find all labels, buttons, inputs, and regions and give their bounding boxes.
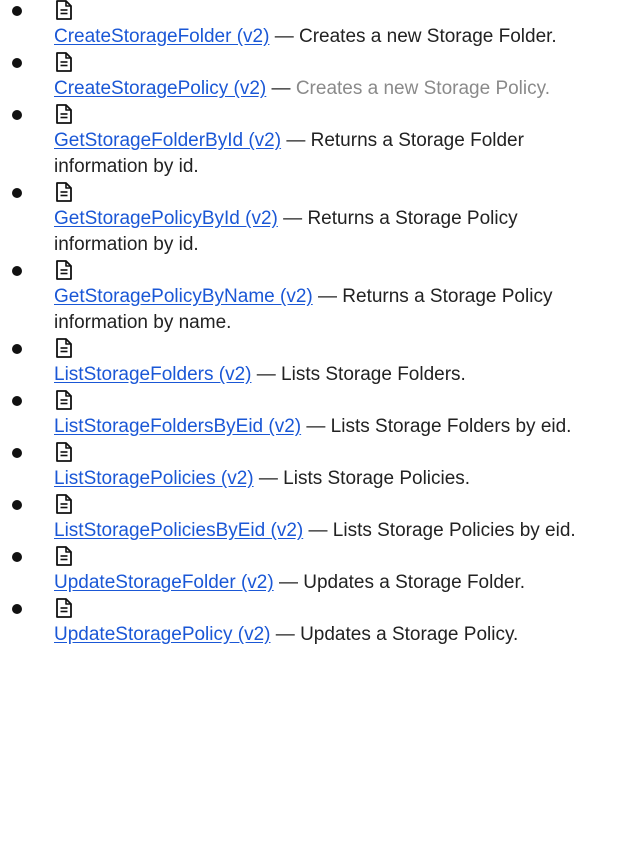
separator: — — [253, 468, 284, 489]
document-icon — [56, 598, 72, 618]
bullet-point — [12, 58, 22, 68]
api-link-get-storage-policy-by-id[interactable]: GetStoragePolicyById (v2) — [54, 208, 278, 229]
bullet-point — [12, 448, 22, 458]
bullet-point — [12, 344, 22, 354]
document-icon — [56, 52, 72, 72]
separator: — — [251, 364, 282, 385]
api-description: Lists Storage Folders. — [281, 364, 466, 385]
bullet-point — [12, 500, 22, 510]
document-icon — [56, 104, 72, 124]
list-item: UpdateStorageFolder (v2) — Updates a Sto… — [0, 544, 631, 596]
separator: — — [277, 208, 308, 229]
bullet-point — [12, 552, 22, 562]
document-icon — [56, 338, 72, 358]
separator: — — [312, 286, 343, 307]
document-icon — [56, 182, 72, 202]
list-item: ListStoragePoliciesByEid (v2) — Lists St… — [0, 492, 631, 544]
bullet-point — [12, 110, 22, 120]
api-link-update-storage-folder[interactable]: UpdateStorageFolder (v2) — [54, 572, 274, 593]
api-link-get-storage-folder-by-id[interactable]: GetStorageFolderById (v2) — [54, 130, 281, 151]
api-description: Updates a Storage Policy. — [300, 624, 519, 645]
document-icon — [56, 494, 72, 514]
api-link-list-storage-folders[interactable]: ListStorageFolders (v2) — [54, 364, 251, 385]
list-item: GetStoragePolicyByName (v2) — Returns a … — [0, 258, 631, 336]
api-description: Lists Storage Policies. — [283, 468, 471, 489]
list-item: CreateStoragePolicy (v2) — Creates a new… — [0, 50, 631, 102]
separator: — — [270, 624, 301, 645]
document-icon — [56, 442, 72, 462]
bullet-point — [12, 266, 22, 276]
bullet-point — [12, 604, 22, 614]
list-item: ListStorageFoldersByEid (v2) — Lists Sto… — [0, 388, 631, 440]
list-item: GetStorageFolderById (v2) — Returns a St… — [0, 102, 631, 180]
api-link-create-storage-policy[interactable]: CreateStoragePolicy (v2) — [54, 78, 266, 99]
separator: — — [266, 78, 296, 99]
api-description: Lists Storage Folders by eid. — [330, 416, 572, 437]
api-link-create-storage-folder[interactable]: CreateStorageFolder (v2) — [54, 26, 269, 47]
document-icon — [56, 390, 72, 410]
separator: — — [281, 130, 311, 151]
api-method-list: CreateStorageFolder (v2) — Creates a new… — [0, 0, 631, 648]
api-description: Creates a new Storage Policy. — [295, 78, 550, 99]
separator: — — [273, 572, 304, 593]
api-link-update-storage-policy[interactable]: UpdateStoragePolicy (v2) — [54, 624, 271, 645]
document-icon — [56, 0, 72, 20]
separator: — — [303, 520, 333, 541]
bullet-point — [12, 396, 22, 406]
api-link-get-storage-policy-by-name[interactable]: GetStoragePolicyByName (v2) — [54, 286, 313, 307]
api-description: Updates a Storage Folder. — [303, 572, 526, 593]
list-item: UpdateStoragePolicy (v2) — Updates a Sto… — [0, 596, 631, 648]
api-description: Creates a new Storage Folder. — [299, 26, 557, 47]
document-icon — [56, 546, 72, 566]
bullet-point — [12, 188, 22, 198]
separator: — — [301, 416, 331, 437]
api-description: Lists Storage Policies by eid. — [332, 520, 576, 541]
list-item: GetStoragePolicyById (v2) — Returns a St… — [0, 180, 631, 258]
list-item: ListStorageFolders (v2) — Lists Storage … — [0, 336, 631, 388]
api-link-list-storage-folders-by-eid[interactable]: ListStorageFoldersByEid (v2) — [54, 416, 301, 437]
list-item: ListStoragePolicies (v2) — Lists Storage… — [0, 440, 631, 492]
api-link-list-storage-policies-by-eid[interactable]: ListStoragePoliciesByEid (v2) — [54, 520, 303, 541]
document-icon — [56, 260, 72, 280]
list-item: CreateStorageFolder (v2) — Creates a new… — [0, 0, 631, 50]
bullet-point — [12, 6, 22, 16]
api-link-list-storage-policies[interactable]: ListStoragePolicies (v2) — [54, 468, 254, 489]
separator: — — [269, 26, 299, 47]
